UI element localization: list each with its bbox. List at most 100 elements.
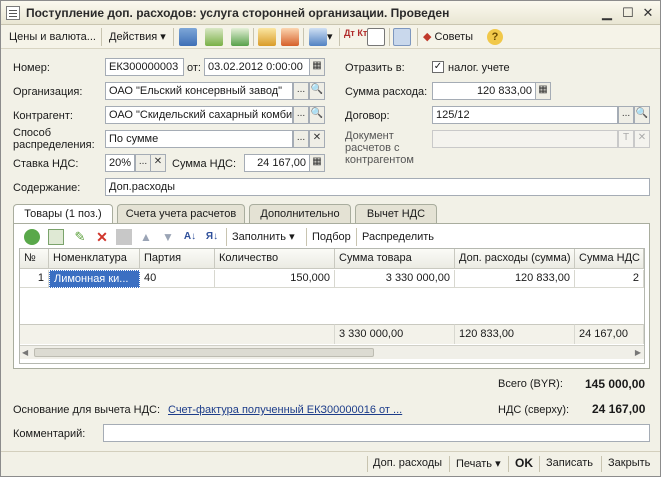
add-row-icon[interactable] [24, 229, 40, 245]
print-menu-button[interactable]: Печать ▾ [456, 457, 501, 470]
tab-settlement-accounts[interactable]: Счета учета расчетов [117, 204, 245, 224]
counterparty-label: Контрагент: [13, 110, 73, 122]
column-header-item[interactable]: Номенклатура [49, 249, 140, 269]
refresh-icon[interactable] [205, 28, 223, 46]
tab-additional[interactable]: Дополнительно [249, 204, 351, 224]
calendar-icon[interactable]: ▦ [309, 58, 325, 76]
column-header-number[interactable]: № [20, 249, 49, 269]
goods-table: № Номенклатура Партия Количество Сумма т… [19, 248, 645, 364]
column-header-extra-costs[interactable]: Доп. расходы (сумма) [455, 249, 575, 269]
type-icon: T [618, 130, 634, 148]
tax-accounting-label: налог. учете [448, 62, 510, 74]
table-cell-item[interactable]: Лимонная ки... [49, 270, 140, 288]
copy-document-icon[interactable] [258, 28, 276, 46]
journal-icon[interactable] [367, 28, 385, 46]
help-icon[interactable]: ? [487, 29, 503, 45]
column-header-quantity[interactable]: Количество [215, 249, 335, 269]
select-button[interactable]: ... [618, 106, 634, 124]
document-window: Поступление доп. расходов: услуга сторон… [0, 0, 661, 477]
close-icon[interactable]: ✕ [640, 5, 656, 21]
tax-accounting-checkbox[interactable]: ✓ [432, 61, 444, 73]
number-field[interactable]: ЕКЗ00000003 [105, 58, 184, 76]
distribution-method-field[interactable]: По сумме [105, 130, 293, 148]
edit-icon[interactable]: ✎ [72, 229, 88, 245]
based-on-icon[interactable] [281, 28, 299, 46]
tab-vat-deduction[interactable]: Вычет НДС [355, 204, 437, 224]
search-icon[interactable]: 🔍 [309, 82, 325, 100]
tab-goods[interactable]: Товары (1 поз.) [13, 204, 113, 225]
select-button[interactable]: ... [135, 154, 151, 172]
table-cell-vat-sum[interactable]: 2 [575, 270, 644, 288]
calculator-icon[interactable]: ▦ [535, 82, 551, 100]
title-bar: Поступление доп. расходов: услуга сторон… [1, 1, 660, 25]
vat-basis-link[interactable]: Счет-фактура полученный ЕКЗ00000016 от .… [168, 404, 402, 416]
save-button[interactable]: Записать [546, 457, 593, 469]
settlement-document-field [432, 130, 618, 148]
chevron-down-icon[interactable]: ▾ [327, 28, 333, 46]
maximize-icon[interactable]: ☐ [620, 5, 636, 21]
scroll-left-icon[interactable]: ◀ [22, 348, 28, 357]
table-footer-blank [20, 324, 335, 344]
table-cell-goods-sum[interactable]: 3 330 000,00 [335, 270, 455, 288]
search-icon[interactable]: 🔍 [309, 106, 325, 124]
selection-button[interactable]: Подбор [312, 228, 351, 246]
total-value: 145 000,00 [585, 377, 646, 391]
scroll-thumb[interactable] [34, 348, 374, 357]
go-to-icon[interactable] [309, 28, 327, 46]
vat-sum-field[interactable]: 24 167,00 [244, 154, 310, 172]
fill-menu-button[interactable]: Заполнить ▾ [232, 228, 295, 246]
select-button[interactable]: ... [293, 106, 309, 124]
vat-rate-field[interactable]: 20% [105, 154, 135, 172]
post-and-close-icon[interactable] [179, 28, 197, 46]
post-icon[interactable] [231, 28, 249, 46]
table-cell-quantity[interactable]: 150,000 [215, 270, 335, 288]
date-label: от: [187, 62, 201, 74]
horizontal-scrollbar[interactable]: ◀ ▶ [20, 345, 644, 359]
distribute-button[interactable]: Распределить [362, 228, 434, 246]
sort-descending-icon[interactable]: Я↓ [204, 229, 220, 245]
calculator-icon[interactable]: ▦ [309, 154, 325, 172]
document-icon [6, 6, 20, 20]
contract-field[interactable]: 125/12 [432, 106, 618, 124]
counterparty-field[interactable]: ОАО "Скидельский сахарный комби [105, 106, 293, 124]
print-label: Печать [456, 458, 493, 470]
date-field[interactable]: 03.02.2012 0:00:00 [204, 58, 310, 76]
table-cell-batch[interactable]: 40 [140, 270, 215, 288]
select-button[interactable]: ... [293, 82, 309, 100]
actions-label: Действия [109, 31, 158, 43]
dt-kt-icon[interactable]: Дт Кт [344, 29, 367, 47]
structure-icon[interactable] [393, 28, 411, 46]
actions-menu-button[interactable]: Действия ▾ [109, 28, 166, 46]
clear-icon[interactable]: ✕ [150, 154, 166, 172]
scroll-right-icon[interactable]: ▶ [635, 348, 641, 357]
minimize-icon[interactable]: ▁ [599, 5, 615, 21]
reflect-label: Отразить в: [345, 62, 405, 74]
settlement-document-label: Документ расчетов с контрагентом [345, 130, 414, 166]
search-icon[interactable]: 🔍 [634, 106, 650, 124]
advice-icon: ◆ [423, 31, 432, 43]
total-label: Всего (BYR): [498, 378, 563, 390]
sort-ascending-icon[interactable]: A↓ [182, 229, 198, 245]
table-cell-number[interactable]: 1 [20, 270, 49, 288]
table-cell-extra-costs[interactable]: 120 833,00 [455, 270, 575, 288]
expense-sum-field[interactable]: 120 833,00 [432, 82, 536, 100]
clear-icon[interactable]: ✕ [309, 130, 325, 148]
ok-button[interactable]: OK [515, 456, 533, 470]
vat-rate-label: Ставка НДС: [13, 158, 79, 170]
extra-costs-button[interactable]: Доп. расходы [373, 457, 442, 469]
column-header-vat-sum[interactable]: Сумма НДС [575, 249, 644, 269]
move-down-icon: ▼ [162, 230, 174, 244]
column-header-batch[interactable]: Партия [140, 249, 215, 269]
content-field[interactable]: Доп.расходы [105, 178, 650, 196]
chevron-down-icon: ▾ [495, 458, 501, 470]
delete-icon[interactable]: ✕ [94, 229, 110, 245]
copy-row-icon[interactable] [48, 229, 64, 245]
comment-field[interactable] [103, 424, 650, 442]
select-button[interactable]: ... [293, 130, 309, 148]
advice-button[interactable]: ◆ Советы [423, 28, 473, 46]
organization-field[interactable]: ОАО "Ельский консервный завод" [105, 82, 293, 100]
close-button[interactable]: Закрыть [608, 457, 650, 469]
column-header-goods-sum[interactable]: Сумма товара [335, 249, 455, 269]
prices-currency-button[interactable]: Цены и валюта... [9, 28, 96, 46]
bottom-bar: Доп. расходы Печать ▾ OK Записать Закрыт… [1, 451, 660, 476]
